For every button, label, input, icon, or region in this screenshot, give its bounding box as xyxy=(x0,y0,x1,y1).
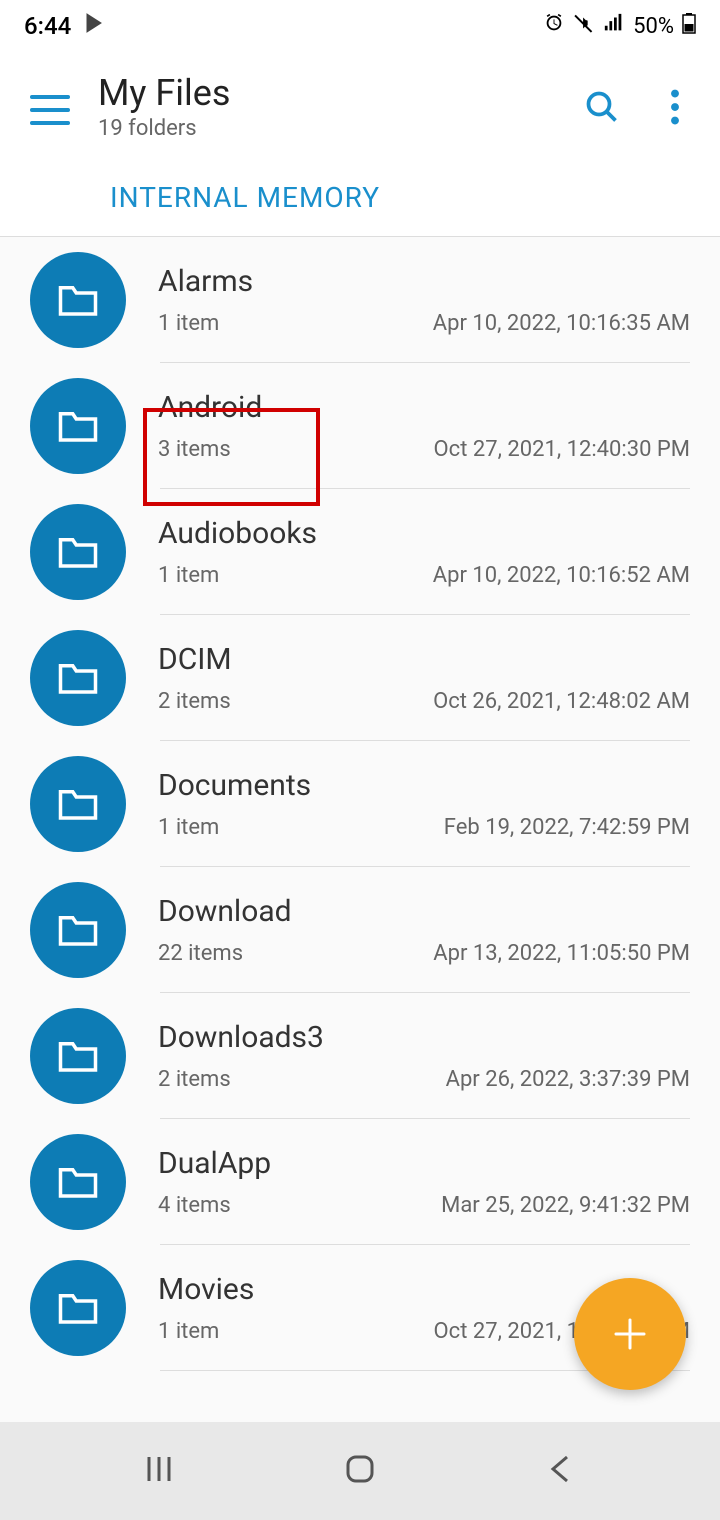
mute-icon xyxy=(573,12,595,40)
file-info: Audiobooks 1 item Apr 10, 2022, 10:16:52… xyxy=(158,516,690,588)
item-count: 1 item xyxy=(158,815,219,840)
folder-name: Audiobooks xyxy=(158,516,690,551)
folder-name: Download xyxy=(158,894,690,929)
plus-icon xyxy=(608,1312,652,1356)
folder-icon xyxy=(30,1008,126,1104)
file-info: Download 22 items Apr 13, 2022, 11:05:50… xyxy=(158,894,690,966)
back-button[interactable] xyxy=(545,1453,577,1489)
folder-icon xyxy=(30,378,126,474)
folder-name: Downloads3 xyxy=(158,1020,690,1055)
file-info: DCIM 2 items Oct 26, 2021, 12:48:02 AM xyxy=(158,642,690,714)
file-info: Downloads3 2 items Apr 26, 2022, 3:37:39… xyxy=(158,1020,690,1092)
folder-name: Alarms xyxy=(158,264,690,299)
status-left: 6:44 xyxy=(24,12,105,40)
header-title-group: My Files 19 folders xyxy=(98,72,556,141)
battery-text: 50% xyxy=(633,14,674,39)
folder-row-dcim[interactable]: DCIM 2 items Oct 26, 2021, 12:48:02 AM xyxy=(0,615,720,741)
item-count: 1 item xyxy=(158,1319,219,1344)
folder-row-audiobooks[interactable]: Audiobooks 1 item Apr 10, 2022, 10:16:52… xyxy=(0,489,720,615)
item-count: 22 items xyxy=(158,941,243,966)
more-button[interactable] xyxy=(670,89,680,125)
home-button[interactable] xyxy=(342,1451,378,1491)
folder-icon xyxy=(30,630,126,726)
header-actions xyxy=(584,89,680,125)
menu-button[interactable] xyxy=(30,95,70,125)
folder-icon xyxy=(30,1134,126,1230)
file-info: DualApp 4 items Mar 25, 2022, 9:41:32 PM xyxy=(158,1146,690,1218)
search-button[interactable] xyxy=(584,89,620,125)
folder-icon xyxy=(30,1260,126,1356)
play-store-icon xyxy=(85,12,105,40)
folder-icon xyxy=(30,504,126,600)
alarm-icon xyxy=(543,12,565,40)
folder-row-documents[interactable]: Documents 1 item Feb 19, 2022, 7:42:59 P… xyxy=(0,741,720,867)
page-title: My Files xyxy=(98,72,556,114)
folder-row-dualapp[interactable]: DualApp 4 items Mar 25, 2022, 9:41:32 PM xyxy=(0,1119,720,1245)
item-date: Mar 25, 2022, 9:41:32 PM xyxy=(441,1193,690,1218)
battery-icon xyxy=(682,12,696,40)
status-right: 50% xyxy=(543,12,696,40)
item-date: Apr 10, 2022, 10:16:35 AM xyxy=(433,311,690,336)
item-date: Apr 10, 2022, 10:16:52 AM xyxy=(433,563,690,588)
item-date: Oct 26, 2021, 12:48:02 AM xyxy=(433,689,690,714)
file-list: Alarms 1 item Apr 10, 2022, 10:16:35 AM … xyxy=(0,237,720,1371)
tab-internal-memory[interactable]: INTERNAL MEMORY xyxy=(110,181,380,214)
status-time: 6:44 xyxy=(24,12,71,40)
file-info: Alarms 1 item Apr 10, 2022, 10:16:35 AM xyxy=(158,264,690,336)
folder-row-downloads3[interactable]: Downloads3 2 items Apr 26, 2022, 3:37:39… xyxy=(0,993,720,1119)
item-count: 3 items xyxy=(158,437,231,462)
item-count: 2 items xyxy=(158,689,231,714)
item-count: 1 item xyxy=(158,311,219,336)
navigation-bar xyxy=(0,1422,720,1520)
folder-name: Android xyxy=(158,390,690,425)
folder-icon xyxy=(30,252,126,348)
recents-button[interactable] xyxy=(143,1453,175,1489)
folder-icon xyxy=(30,756,126,852)
item-count: 4 items xyxy=(158,1193,231,1218)
folder-name: DualApp xyxy=(158,1146,690,1181)
item-date: Apr 26, 2022, 3:37:39 PM xyxy=(446,1067,690,1092)
signal-icon xyxy=(603,12,625,40)
add-button[interactable] xyxy=(574,1278,686,1390)
item-date: Feb 19, 2022, 7:42:59 PM xyxy=(444,815,690,840)
folder-row-android[interactable]: Android 3 items Oct 27, 2021, 12:40:30 P… xyxy=(0,363,720,489)
status-bar: 6:44 50% xyxy=(0,0,720,52)
app-header: My Files 19 folders xyxy=(0,52,720,151)
page-subtitle: 19 folders xyxy=(98,116,556,141)
folder-name: DCIM xyxy=(158,642,690,677)
folder-icon xyxy=(30,882,126,978)
item-date: Apr 13, 2022, 11:05:50 PM xyxy=(433,941,690,966)
folder-row-download[interactable]: Download 22 items Apr 13, 2022, 11:05:50… xyxy=(0,867,720,993)
file-info: Documents 1 item Feb 19, 2022, 7:42:59 P… xyxy=(158,768,690,840)
item-count: 1 item xyxy=(158,563,219,588)
tab-bar: INTERNAL MEMORY xyxy=(0,151,720,237)
item-date: Oct 27, 2021, 12:40:30 PM xyxy=(434,437,690,462)
item-count: 2 items xyxy=(158,1067,231,1092)
folder-row-alarms[interactable]: Alarms 1 item Apr 10, 2022, 10:16:35 AM xyxy=(0,237,720,363)
file-info: Android 3 items Oct 27, 2021, 12:40:30 P… xyxy=(158,390,690,462)
folder-name: Documents xyxy=(158,768,690,803)
